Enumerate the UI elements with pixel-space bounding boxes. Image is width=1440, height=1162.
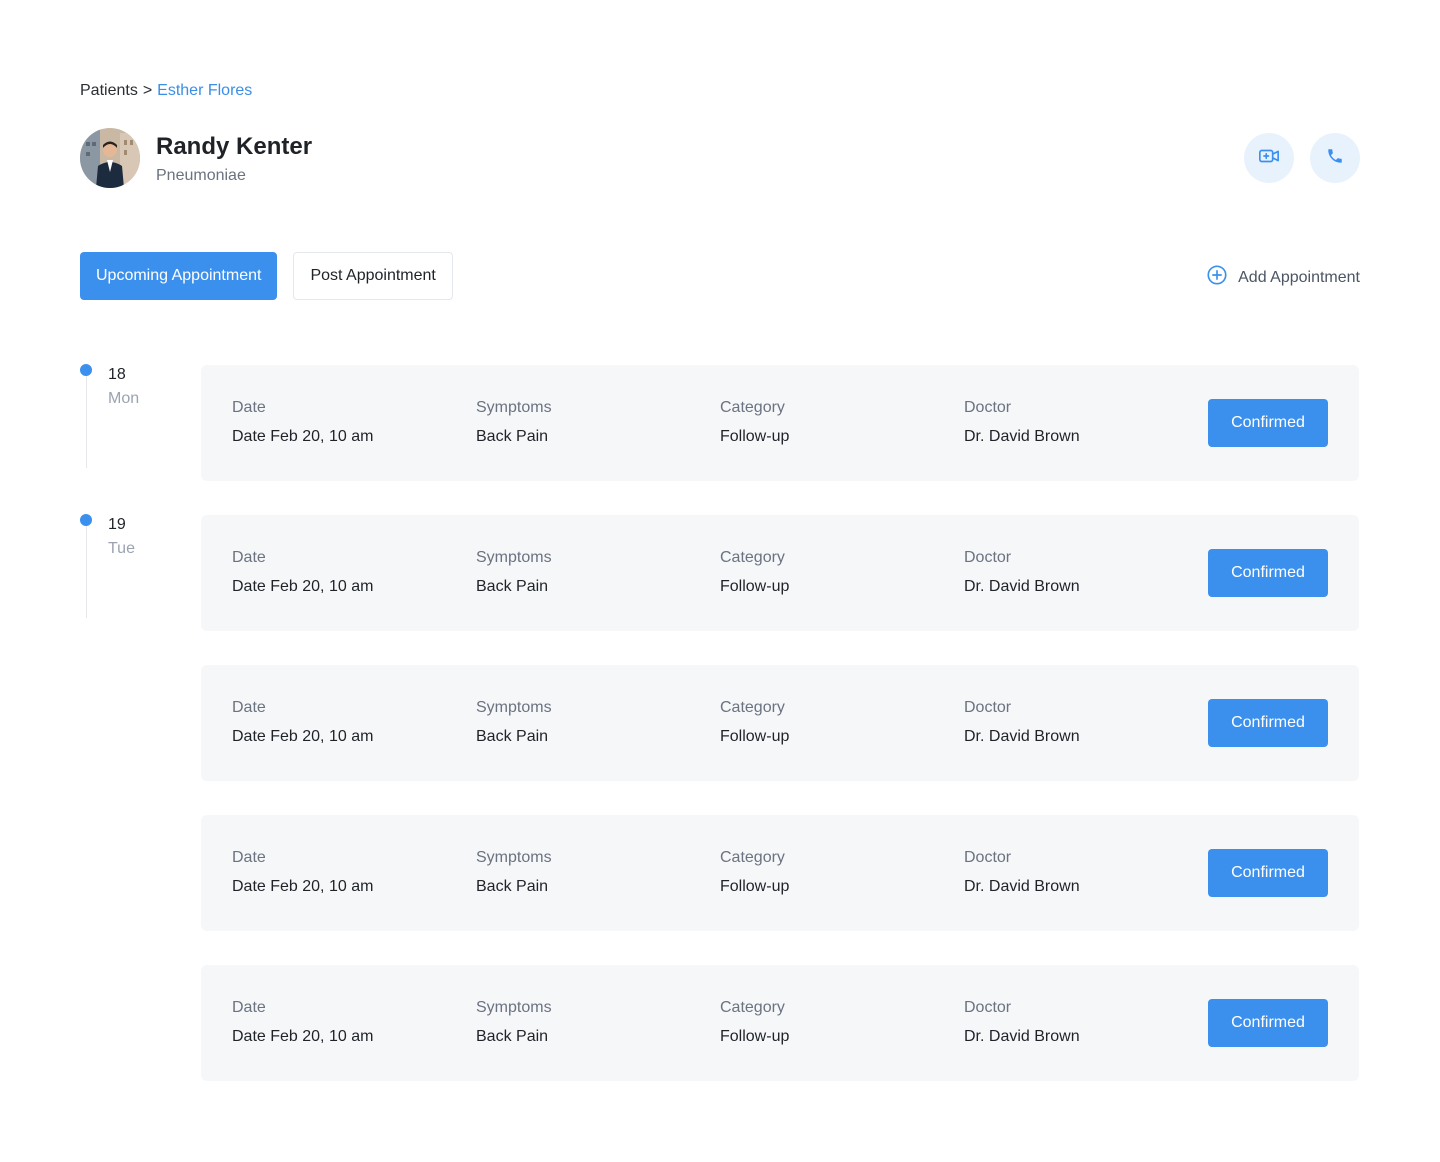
doctor-label: Doctor xyxy=(964,999,1012,1016)
category-label: Category xyxy=(720,999,785,1016)
doctor-label: Doctor xyxy=(964,549,1012,566)
date-value: Date Feb 20, 10 am xyxy=(232,878,374,895)
symptoms-field: Symptoms Back Pain xyxy=(476,699,552,746)
add-appointment-button[interactable]: Add Appointment xyxy=(1206,264,1360,291)
appointment-card: Date Date Feb 20, 10 am Symptoms Back Pa… xyxy=(201,515,1359,631)
doctor-value: Dr. David Brown xyxy=(964,1028,1080,1045)
symptoms-field: Symptoms Back Pain xyxy=(476,549,552,596)
date-field: Date Date Feb 20, 10 am xyxy=(232,549,373,596)
category-field: Category Follow-up xyxy=(720,849,789,896)
category-field: Category Follow-up xyxy=(720,999,789,1046)
timeline-weekday: Mon xyxy=(108,390,140,407)
timeline-line xyxy=(86,376,87,468)
confirmed-button[interactable]: Confirmed xyxy=(1208,999,1328,1047)
patient-name: Randy Kenter xyxy=(156,133,313,160)
symptoms-field: Symptoms Back Pain xyxy=(476,999,552,1046)
date-value: Date Feb 20, 10 am xyxy=(232,428,374,445)
phone-icon xyxy=(1326,147,1344,170)
appointment-card: Date Date Feb 20, 10 am Symptoms Back Pa… xyxy=(201,365,1359,481)
symptoms-value: Back Pain xyxy=(476,428,549,445)
avatar xyxy=(80,128,140,188)
plus-circle-icon xyxy=(1206,264,1228,291)
category-label: Category xyxy=(720,549,785,566)
date-value: Date Feb 20, 10 am xyxy=(232,578,374,595)
tab-upcoming-appointment[interactable]: Upcoming Appointment xyxy=(80,252,278,300)
date-value: Date Feb 20, 10 am xyxy=(232,1028,374,1045)
date-field: Date Date Feb 20, 10 am xyxy=(232,399,373,446)
appointment-card: Date Date Feb 20, 10 am Symptoms Back Pa… xyxy=(201,965,1359,1081)
symptoms-label: Symptoms xyxy=(476,999,552,1016)
confirmed-button[interactable]: Confirmed xyxy=(1208,699,1328,747)
doctor-label: Doctor xyxy=(964,399,1012,416)
symptoms-value: Back Pain xyxy=(476,878,549,895)
doctor-field: Doctor Dr. David Brown xyxy=(964,849,1080,896)
timeline-dot xyxy=(80,364,92,376)
appointment-card: Date Date Feb 20, 10 am Symptoms Back Pa… xyxy=(201,665,1359,781)
doctor-field: Doctor Dr. David Brown xyxy=(964,549,1080,596)
timeline-day: 18 xyxy=(108,366,126,383)
confirmed-button[interactable]: Confirmed xyxy=(1208,549,1328,597)
category-label: Category xyxy=(720,399,785,416)
timeline-dot xyxy=(80,514,92,526)
category-field: Category Follow-up xyxy=(720,549,789,596)
confirmed-button[interactable]: Confirmed xyxy=(1208,849,1328,897)
breadcrumb-current[interactable]: Esther Flores xyxy=(157,82,252,99)
category-value: Follow-up xyxy=(720,1028,790,1045)
timeline-weekday: Tue xyxy=(108,540,135,557)
symptoms-field: Symptoms Back Pain xyxy=(476,399,552,446)
tab-post-appointment[interactable]: Post Appointment xyxy=(293,252,453,300)
date-field: Date Date Feb 20, 10 am xyxy=(232,849,373,896)
breadcrumb-separator: > xyxy=(142,82,153,99)
category-field: Category Follow-up xyxy=(720,399,789,446)
date-label: Date xyxy=(232,549,266,566)
doctor-field: Doctor Dr. David Brown xyxy=(964,399,1080,446)
symptoms-value: Back Pain xyxy=(476,1028,549,1045)
timeline-day: 19 xyxy=(108,516,126,533)
doctor-field: Doctor Dr. David Brown xyxy=(964,699,1080,746)
date-label: Date xyxy=(232,849,266,866)
category-value: Follow-up xyxy=(720,428,790,445)
appointment-card: Date Date Feb 20, 10 am Symptoms Back Pa… xyxy=(201,815,1359,931)
timeline-line xyxy=(86,526,87,618)
doctor-value: Dr. David Brown xyxy=(964,728,1080,745)
date-value: Date Feb 20, 10 am xyxy=(232,728,374,745)
symptoms-value: Back Pain xyxy=(476,578,549,595)
patient-header: Randy Kenter Pneumoniae xyxy=(80,128,312,188)
symptoms-label: Symptoms xyxy=(476,549,552,566)
date-label: Date xyxy=(232,699,266,716)
doctor-label: Doctor xyxy=(964,849,1012,866)
category-value: Follow-up xyxy=(720,878,790,895)
doctor-value: Dr. David Brown xyxy=(964,578,1080,595)
symptoms-value: Back Pain xyxy=(476,728,549,745)
breadcrumb: Patients > Esther Flores xyxy=(80,82,252,100)
category-label: Category xyxy=(720,849,785,866)
add-appointment-label: Add Appointment xyxy=(1238,268,1360,286)
category-field: Category Follow-up xyxy=(720,699,789,746)
date-field: Date Date Feb 20, 10 am xyxy=(232,999,373,1046)
patient-condition: Pneumoniae xyxy=(156,167,246,184)
category-value: Follow-up xyxy=(720,728,790,745)
doctor-value: Dr. David Brown xyxy=(964,878,1080,895)
confirmed-button[interactable]: Confirmed xyxy=(1208,399,1328,447)
date-label: Date xyxy=(232,399,266,416)
doctor-field: Doctor Dr. David Brown xyxy=(964,999,1080,1046)
date-label: Date xyxy=(232,999,266,1016)
breadcrumb-root[interactable]: Patients xyxy=(80,82,138,99)
symptoms-label: Symptoms xyxy=(476,399,552,416)
phone-call-button[interactable] xyxy=(1310,133,1360,183)
appointment-tabs: Upcoming Appointment Post Appointment xyxy=(80,252,453,300)
symptoms-field: Symptoms Back Pain xyxy=(476,849,552,896)
doctor-value: Dr. David Brown xyxy=(964,428,1080,445)
contact-actions xyxy=(1244,133,1360,183)
video-call-icon xyxy=(1258,145,1280,172)
category-value: Follow-up xyxy=(720,578,790,595)
doctor-label: Doctor xyxy=(964,699,1012,716)
date-field: Date Date Feb 20, 10 am xyxy=(232,699,373,746)
symptoms-label: Symptoms xyxy=(476,849,552,866)
symptoms-label: Symptoms xyxy=(476,699,552,716)
category-label: Category xyxy=(720,699,785,716)
video-call-button[interactable] xyxy=(1244,133,1294,183)
